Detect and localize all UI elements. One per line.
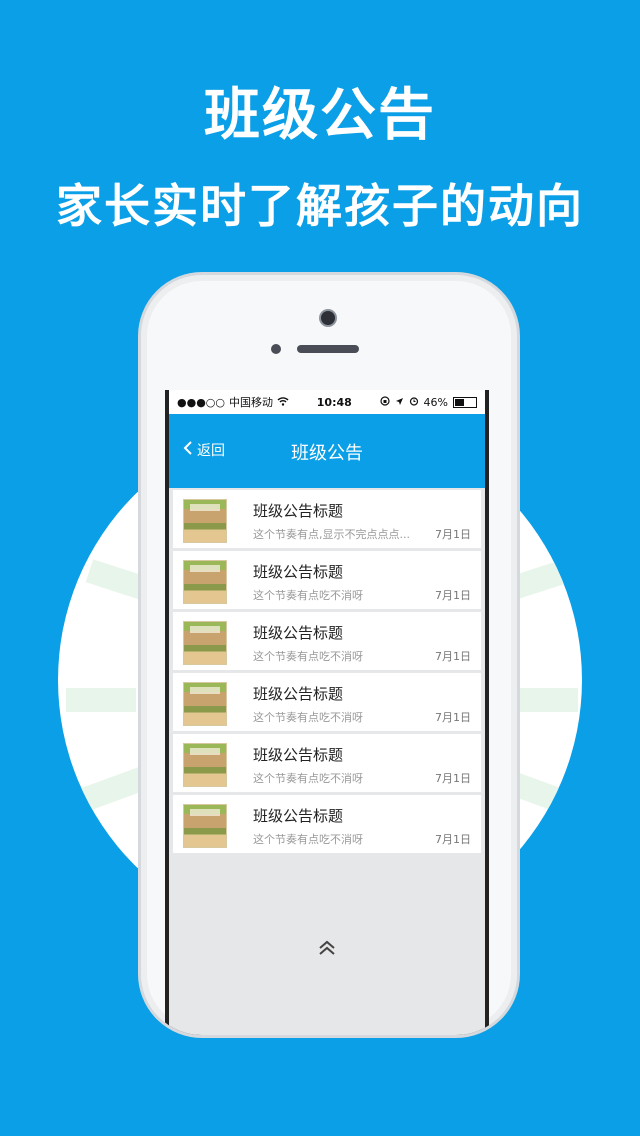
announcement-date: 7月1日 — [435, 589, 471, 602]
announcement-summary: 这个节奏有点吃不消呀 — [253, 711, 363, 724]
battery-percent: 46% — [423, 395, 448, 409]
announcement-summary: 这个节奏有点吃不消呀 — [253, 650, 363, 663]
status-bar: ●●●○○ 中国移动 10:48 46% — [169, 390, 485, 414]
announcement-list: 班级公告标题 这个节奏有点,显示不完点点点... 7月1日 班级公告标题 这个节… — [169, 488, 485, 853]
nav-bar: 返回 班级公告 — [169, 414, 485, 488]
promo-headline: 班级公告 — [204, 83, 436, 148]
announcement-date: 7月1日 — [435, 528, 471, 541]
announcement-summary: 这个节奏有点吃不消呀 — [253, 589, 363, 602]
announcement-summary: 这个节奏有点,显示不完点点点... — [253, 528, 410, 541]
promo-subheadline: 家长实时了解孩子的动向 — [56, 179, 584, 233]
status-time: 10:48 — [316, 395, 352, 409]
announcement-title: 班级公告标题 — [253, 685, 344, 703]
announcement-thumbnail — [183, 743, 227, 787]
list-item[interactable]: 班级公告标题 这个节奏有点吃不消呀 7月1日 — [173, 612, 481, 670]
signal-strength: ●●●○○ — [177, 395, 225, 409]
announcement-title: 班级公告标题 — [253, 746, 344, 764]
announcement-summary: 这个节奏有点吃不消呀 — [253, 772, 363, 785]
battery-icon — [453, 396, 477, 408]
double-chevron-up-icon[interactable] — [317, 938, 337, 962]
announcement-thumbnail — [183, 621, 227, 665]
decorative-ray — [66, 688, 136, 712]
location-arrow-icon — [395, 396, 404, 409]
phone-screen: ●●●○○ 中国移动 10:48 46% 返回 班级公告 班级公告标题 这个节奏… — [165, 390, 489, 1035]
announcement-title: 班级公告标题 — [253, 807, 344, 825]
announcement-thumbnail — [183, 682, 227, 726]
front-camera — [321, 311, 335, 325]
proximity-sensor — [271, 344, 281, 354]
announcement-title: 班级公告标题 — [253, 563, 344, 581]
announcement-date: 7月1日 — [435, 650, 471, 663]
earpiece-speaker — [297, 345, 359, 353]
list-item[interactable]: 班级公告标题 这个节奏有点吃不消呀 7月1日 — [173, 795, 481, 853]
nav-title: 班级公告 — [291, 443, 363, 464]
rotation-lock-icon — [379, 395, 390, 409]
carrier-name: 中国移动 — [229, 396, 273, 409]
phone-mockup: ●●●○○ 中国移动 10:48 46% 返回 班级公告 班级公告标题 这个节奏… — [138, 272, 520, 1038]
alarm-icon — [409, 396, 419, 409]
decorative-ray — [75, 767, 147, 813]
announcement-title: 班级公告标题 — [253, 502, 344, 520]
wifi-icon — [277, 396, 289, 409]
announcement-title: 班级公告标题 — [253, 624, 344, 642]
list-item[interactable]: 班级公告标题 这个节奏有点,显示不完点点点... 7月1日 — [173, 490, 481, 548]
announcement-date: 7月1日 — [435, 711, 471, 724]
announcement-thumbnail — [183, 560, 227, 604]
list-item[interactable]: 班级公告标题 这个节奏有点吃不消呀 7月1日 — [173, 673, 481, 731]
announcement-thumbnail — [183, 804, 227, 848]
announcement-date: 7月1日 — [435, 772, 471, 785]
announcement-thumbnail — [183, 499, 227, 543]
announcement-summary: 这个节奏有点吃不消呀 — [253, 833, 363, 846]
announcement-date: 7月1日 — [435, 833, 471, 846]
list-item[interactable]: 班级公告标题 这个节奏有点吃不消呀 7月1日 — [173, 551, 481, 609]
list-item[interactable]: 班级公告标题 这个节奏有点吃不消呀 7月1日 — [173, 734, 481, 792]
